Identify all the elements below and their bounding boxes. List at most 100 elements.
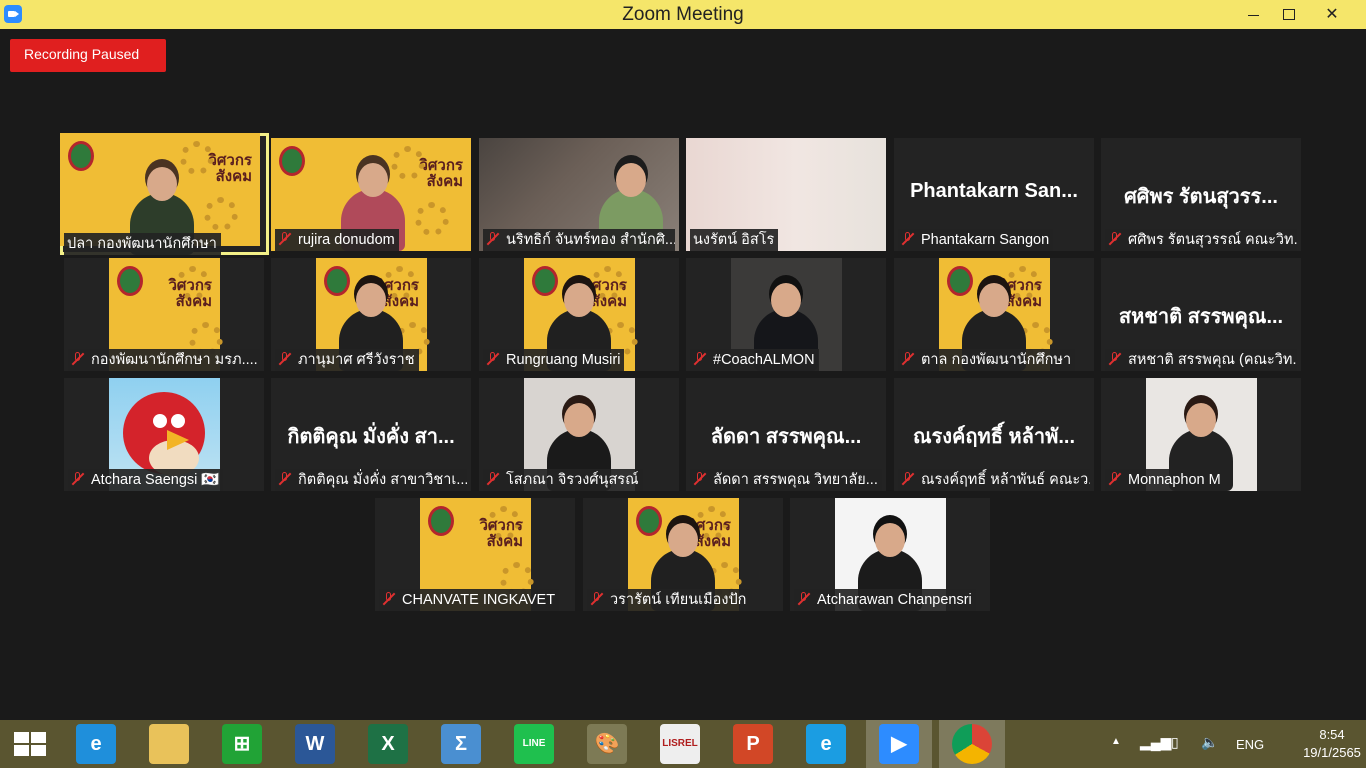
- participant-name-tag: ณรงค์ฤทธิ์ หล้าพันธ์ คณะว...: [898, 469, 1090, 491]
- clock-time: 8:54: [1319, 727, 1345, 742]
- mic-muted-icon: [486, 472, 500, 486]
- participant-name: Rungruang Musiri: [506, 352, 621, 368]
- participant-tile[interactable]: นงรัตน์ อิสโร: [686, 138, 886, 251]
- participant-name-tag: นงรัตน์ อิสโร: [690, 229, 779, 251]
- participant-tile[interactable]: วิศวกร สังคม ปลา กองพัฒนานักศึกษา: [60, 133, 269, 255]
- mic-muted-icon: [693, 472, 707, 486]
- participant-name-tag: Atchara Saengsi 🇰🇷: [68, 469, 224, 491]
- participant-name-display: Phantakarn San...: [910, 180, 1078, 202]
- restore-icon: [1283, 9, 1295, 20]
- volume-muted-icon[interactable]: 🔈: [1201, 734, 1218, 751]
- taskbar-lisrel-icon[interactable]: LISREL: [660, 724, 700, 764]
- participant-name-tag: rujira donudom: [275, 229, 399, 251]
- battery-icon[interactable]: ▯: [1171, 734, 1179, 751]
- avatar-part: [171, 414, 185, 428]
- gear-graphic: [204, 197, 238, 231]
- minimize-button[interactable]: [1233, 0, 1273, 29]
- participant-name-display: สหชาติ สรรพคุณ...: [1118, 306, 1284, 328]
- participant-tile[interactable]: ศศิพร รัตนสุวรร... ศศิพร รัตนสุวรรณ์ คณะว…: [1101, 138, 1301, 251]
- title-bar: Zoom Meeting ✕: [0, 0, 1366, 29]
- participant-tile[interactable]: วิศวกร สังคมกองพัฒนานักศึกษา มรภ....: [64, 258, 264, 371]
- participant-tile[interactable]: วิศวกร สังคม rujira donudom: [271, 138, 471, 251]
- minimize-icon: [1247, 15, 1259, 16]
- mic-muted-icon: [278, 232, 292, 246]
- university-seal-icon: [117, 266, 143, 296]
- participant-tile[interactable]: วิศวกร สังคม Rungruang Musiri: [479, 258, 679, 371]
- university-seal-icon: [428, 506, 454, 536]
- taskbar-math-input-icon[interactable]: Σ: [441, 724, 481, 764]
- participant-tile[interactable]: กิตติคุณ มั่งคั่ง สา... กิตติคุณ มั่งคั่ง…: [271, 378, 471, 491]
- mic-muted-icon: [278, 472, 292, 486]
- taskbar-file-explorer-icon[interactable]: [149, 724, 189, 764]
- participant-name: กิตติคุณ มั่งคั่ง สาขาวิชาเ...: [298, 472, 467, 488]
- participant-tile[interactable]: วิศวกร สังคม ตาล กองพัฒนานักศึกษา: [894, 258, 1094, 371]
- clock-date: 19/1/2565: [1303, 745, 1361, 760]
- taskbar-microsoft-store-icon[interactable]: ⊞: [222, 724, 262, 764]
- participant-name-tag: นริทธิก์ จันทร์ทอง สำนักศิ...: [483, 229, 675, 251]
- participant-name: สหชาติ สรรพคุณ (คณะวิท...: [1128, 352, 1297, 368]
- taskbar-chrome-icon[interactable]: [952, 724, 992, 764]
- maximize-button[interactable]: [1269, 0, 1309, 29]
- participant-tile[interactable]: Atcharawan Chanpensri: [790, 498, 990, 611]
- taskbar-internet-explorer-icon[interactable]: e: [76, 724, 116, 764]
- participant-name-tag: กองพัฒนานักศึกษา มรภ....: [68, 349, 260, 371]
- participant-tile[interactable]: ณรงค์ฤทธิ์ หล้าพั... ณรงค์ฤทธิ์ หล้าพันธ์…: [894, 378, 1094, 491]
- participant-tile[interactable]: Monnaphon M: [1101, 378, 1301, 491]
- mic-muted-icon: [590, 592, 604, 606]
- participant-name: วรารัตน์ เทียนเมืองปัก: [610, 592, 747, 608]
- window-title: Zoom Meeting: [622, 4, 744, 25]
- poster-title-line2: สังคม: [175, 293, 212, 310]
- taskbar-edge-icon[interactable]: e: [806, 724, 846, 764]
- taskbar-paint-icon[interactable]: 🎨: [587, 724, 627, 764]
- participant-name: โสภณา จิรวงศ์นุสรณ์: [506, 472, 639, 488]
- participant-name: ปลา กองพัฒนานักศึกษา: [67, 236, 217, 252]
- taskbar-powerpoint-icon[interactable]: P: [733, 724, 773, 764]
- poster-title-line1: วิศวกร: [479, 517, 523, 534]
- participant-name: Phantakarn Sangon: [921, 232, 1050, 248]
- participant-name: กองพัฒนานักศึกษา มรภ....: [91, 352, 258, 368]
- participant-name-display: ศศิพร รัตนสุวรร...: [1124, 186, 1278, 208]
- participant-name-tag: Atcharawan Chanpensri: [794, 589, 976, 611]
- participant-tile[interactable]: โสภณา จิรวงศ์นุสรณ์: [479, 378, 679, 491]
- participant-tile[interactable]: #CoachALMON: [686, 258, 886, 371]
- mic-muted-icon: [382, 592, 396, 606]
- participant-tile[interactable]: วิศวกร สังคม CHANVATE INGKAVET: [375, 498, 575, 611]
- mic-muted-icon: [278, 352, 292, 366]
- participant-tile[interactable]: Phantakarn San... Phantakarn Sangon: [894, 138, 1094, 251]
- system-tray: ▲ ▂▄▆ ▯ 🔈 ENG: [1105, 720, 1295, 768]
- participant-tile[interactable]: วิศวกร สังคม วรารัตน์ เทียนเมืองปัก: [583, 498, 783, 611]
- windows-start-icon[interactable]: [14, 732, 46, 756]
- university-seal-icon: [324, 266, 350, 296]
- poster-title-line1: วิศวกร: [208, 152, 252, 169]
- mic-muted-icon: [486, 352, 500, 366]
- taskbar-line-icon[interactable]: LINE: [514, 724, 554, 764]
- participant-name-tag: ปลา กองพัฒนานักศึกษา: [64, 233, 221, 255]
- recording-status-badge[interactable]: Recording Paused: [10, 39, 166, 72]
- poster-title-line1: วิศวกร: [168, 277, 212, 294]
- close-button[interactable]: ✕: [1312, 0, 1352, 29]
- avatar-part: [167, 430, 189, 450]
- input-language[interactable]: ENG: [1236, 737, 1264, 752]
- network-icon[interactable]: ▂▄▆: [1140, 734, 1171, 751]
- taskbar-word-icon[interactable]: W: [295, 724, 335, 764]
- participant-tile[interactable]: Atchara Saengsi 🇰🇷: [64, 378, 264, 491]
- participant-name-tag: ตาล กองพัฒนานักศึกษา: [898, 349, 1076, 371]
- participant-tile[interactable]: ลัดดา สรรพคุณ... ลัดดา สรรพคุณ วิทยาลัย..…: [686, 378, 886, 491]
- participant-name-tag: วรารัตน์ เทียนเมืองปัก: [587, 589, 751, 611]
- participant-tile[interactable]: สหชาติ สรรพคุณ... สหชาติ สรรพคุณ (คณะวิท.…: [1101, 258, 1301, 371]
- university-seal-icon: [947, 266, 973, 296]
- show-hidden-icons-icon[interactable]: ▲: [1111, 736, 1121, 747]
- taskbar-excel-icon[interactable]: X: [368, 724, 408, 764]
- participant-tile[interactable]: นริทธิก์ จันทร์ทอง สำนักศิ...: [479, 138, 679, 251]
- clock[interactable]: 8:54 19/1/2565: [1303, 726, 1361, 762]
- participant-name-tag: กิตติคุณ มั่งคั่ง สาขาวิชาเ...: [275, 469, 467, 491]
- participant-name-display: กิตติคุณ มั่งคั่ง สา...: [287, 426, 455, 448]
- participant-name: #CoachALMON: [713, 352, 815, 368]
- participant-name-tag: สหชาติ สรรพคุณ (คณะวิท...: [1105, 349, 1297, 371]
- participant-name: Monnaphon M: [1128, 472, 1221, 488]
- participant-name: CHANVATE INGKAVET: [402, 592, 556, 608]
- university-seal-icon: [68, 141, 94, 171]
- mic-muted-icon: [693, 352, 707, 366]
- taskbar-zoom-icon[interactable]: ▶: [879, 724, 919, 764]
- participant-tile[interactable]: วิศวกร สังคม ภานุมาศ ศรีวังราช: [271, 258, 471, 371]
